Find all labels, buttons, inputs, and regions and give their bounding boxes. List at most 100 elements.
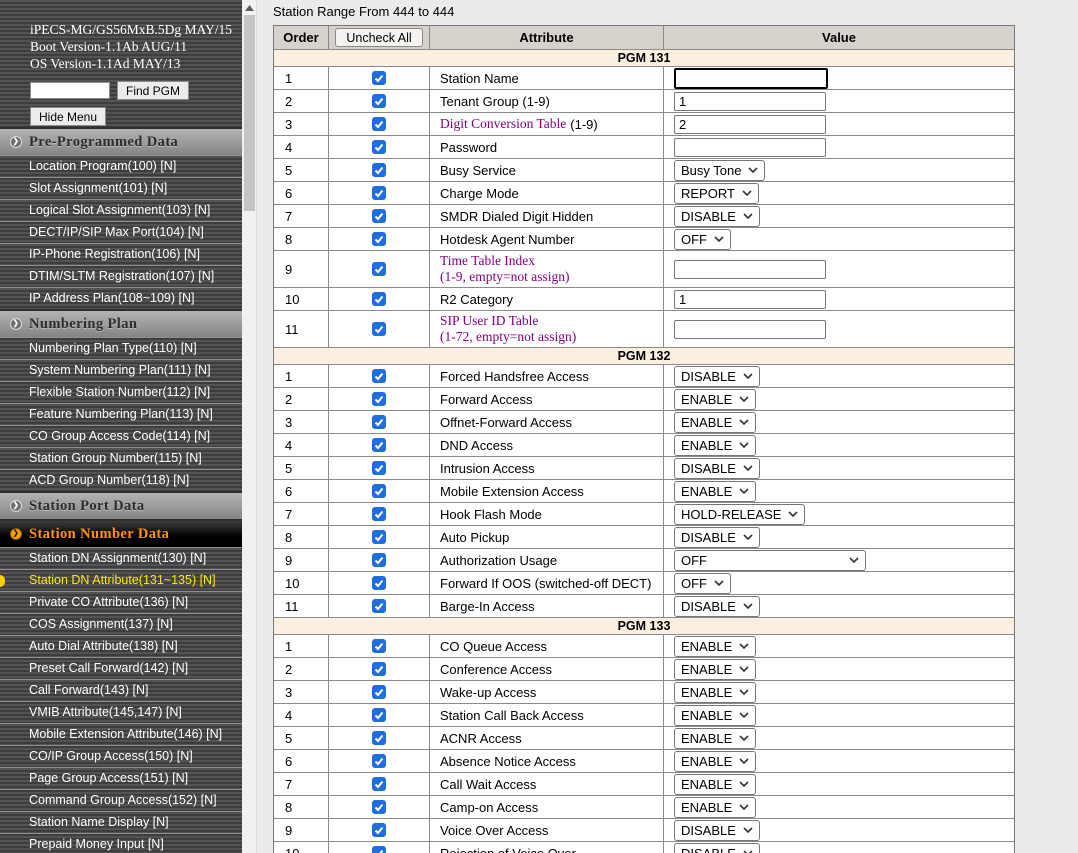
value-select[interactable]: ENABLE xyxy=(674,705,756,726)
value-select[interactable]: ENABLE xyxy=(674,682,756,703)
sidebar-scrollbar[interactable] xyxy=(242,0,257,853)
value-input[interactable] xyxy=(674,138,826,157)
sidebar-item[interactable]: Preset Call Forward(142) [N] xyxy=(0,657,242,679)
row-checkbox[interactable] xyxy=(372,846,386,853)
sidebar-item[interactable]: Logical Slot Assignment(103) [N] xyxy=(0,199,242,221)
value-select[interactable]: ENABLE xyxy=(674,728,756,749)
value-select[interactable]: DISABLE xyxy=(674,527,760,548)
row-checkbox[interactable] xyxy=(372,576,386,590)
value-input[interactable] xyxy=(674,320,826,339)
value-select[interactable]: ENABLE xyxy=(674,435,756,456)
value-select[interactable]: ENABLE xyxy=(674,797,756,818)
value-select[interactable]: DISABLE xyxy=(674,366,760,387)
find-pgm-button[interactable]: Find PGM xyxy=(117,81,189,100)
row-checkbox[interactable] xyxy=(372,94,386,108)
row-checkbox[interactable] xyxy=(372,599,386,613)
row-checkbox[interactable] xyxy=(372,530,386,544)
row-checkbox[interactable] xyxy=(372,800,386,814)
sidebar-item[interactable]: CO Group Access Code(114) [N] xyxy=(0,425,242,447)
row-checkbox[interactable] xyxy=(372,262,386,276)
row-checkbox[interactable] xyxy=(372,71,386,85)
sidebar-item[interactable]: Mobile Extension Attribute(146) [N] xyxy=(0,723,242,745)
value-select[interactable]: DISABLE xyxy=(674,458,760,479)
attribute-link-line1[interactable]: Time Table Index xyxy=(440,253,569,269)
value-select[interactable]: ENABLE xyxy=(674,774,756,795)
hide-menu-button[interactable]: Hide Menu xyxy=(30,107,106,126)
value-select[interactable]: DISABLE xyxy=(674,206,760,227)
attribute-link[interactable]: Digit Conversion Table xyxy=(440,116,566,132)
row-checkbox[interactable] xyxy=(372,639,386,653)
value-select[interactable]: DISABLE xyxy=(674,820,760,841)
value-select[interactable]: ENABLE xyxy=(674,481,756,502)
row-checkbox[interactable] xyxy=(372,163,386,177)
row-checkbox[interactable] xyxy=(372,117,386,131)
sidebar-section-header[interactable]: ❯Pre-Programmed Data xyxy=(0,127,242,155)
row-checkbox[interactable] xyxy=(372,685,386,699)
value-select[interactable]: ENABLE xyxy=(674,636,756,657)
sidebar-item[interactable]: Page Group Access(151) [N] xyxy=(0,767,242,789)
value-select[interactable]: REPORT xyxy=(674,183,759,204)
attribute-link-line2[interactable]: (1-72, empty=not assign) xyxy=(440,329,576,345)
row-checkbox[interactable] xyxy=(372,322,386,336)
attribute-link[interactable]: Time Table Index(1-9, empty=not assign) xyxy=(440,253,569,285)
sidebar-item[interactable]: Auto Dial Attribute(138) [N] xyxy=(0,635,242,657)
value-select[interactable]: HOLD-RELEASE xyxy=(674,504,805,525)
row-checkbox[interactable] xyxy=(372,292,386,306)
row-checkbox[interactable] xyxy=(372,438,386,452)
sidebar-section-header[interactable]: ❯Station Number Data xyxy=(0,519,242,547)
sidebar-item[interactable]: Station DN Attribute(131~135) [N] xyxy=(0,569,242,591)
value-select[interactable]: ENABLE xyxy=(674,659,756,680)
sidebar-item[interactable]: ACD Group Number(118) [N] xyxy=(0,469,242,491)
sidebar-section-header[interactable]: ❯Numbering Plan xyxy=(0,309,242,337)
row-checkbox[interactable] xyxy=(372,754,386,768)
attribute-link-line2[interactable]: (1-9, empty=not assign) xyxy=(440,269,569,285)
value-input[interactable] xyxy=(674,68,828,89)
row-checkbox[interactable] xyxy=(372,140,386,154)
sidebar-item[interactable]: Location Program(100) [N] xyxy=(0,155,242,177)
value-select[interactable]: ENABLE xyxy=(674,751,756,772)
sidebar-item[interactable]: Numbering Plan Type(110) [N] xyxy=(0,337,242,359)
row-checkbox[interactable] xyxy=(372,662,386,676)
value-input[interactable] xyxy=(674,290,826,309)
attribute-link-line1[interactable]: SIP User ID Table xyxy=(440,313,576,329)
sidebar-item[interactable]: Slot Assignment(101) [N] xyxy=(0,177,242,199)
sidebar-item[interactable]: VMIB Attribute(145,147) [N] xyxy=(0,701,242,723)
sidebar-item[interactable]: Station DN Assignment(130) [N] xyxy=(0,547,242,569)
scrollbar-thumb[interactable] xyxy=(244,15,255,211)
value-input[interactable] xyxy=(674,260,826,279)
sidebar-item[interactable]: Private CO Attribute(136) [N] xyxy=(0,591,242,613)
value-select[interactable]: OFF xyxy=(674,550,866,571)
row-checkbox[interactable] xyxy=(372,415,386,429)
row-checkbox[interactable] xyxy=(372,731,386,745)
sidebar-item[interactable]: COS Assignment(137) [N] xyxy=(0,613,242,635)
row-checkbox[interactable] xyxy=(372,484,386,498)
sidebar-item[interactable]: Station Name Display [N] xyxy=(0,811,242,833)
attribute-link[interactable]: SIP User ID Table(1-72, empty=not assign… xyxy=(440,313,576,345)
sidebar-item[interactable]: Command Group Access(152) [N] xyxy=(0,789,242,811)
row-checkbox[interactable] xyxy=(372,553,386,567)
row-checkbox[interactable] xyxy=(372,209,386,223)
sidebar-item[interactable]: IP Address Plan(108~109) [N] xyxy=(0,287,242,309)
sidebar-item[interactable]: DECT/IP/SIP Max Port(104) [N] xyxy=(0,221,242,243)
sidebar-item[interactable]: IP-Phone Registration(106) [N] xyxy=(0,243,242,265)
row-checkbox[interactable] xyxy=(372,369,386,383)
row-checkbox[interactable] xyxy=(372,232,386,246)
sidebar-item[interactable]: Station Group Number(115) [N] xyxy=(0,447,242,469)
uncheck-all-button[interactable]: Uncheck All xyxy=(335,28,422,47)
sidebar-item[interactable]: DTIM/SLTM Registration(107) [N] xyxy=(0,265,242,287)
scroll-up-button[interactable] xyxy=(242,0,256,15)
sidebar-section-header[interactable]: ❯Station Port Data xyxy=(0,491,242,519)
row-checkbox[interactable] xyxy=(372,823,386,837)
sidebar-item[interactable]: Flexible Station Number(112) [N] xyxy=(0,381,242,403)
find-pgm-input[interactable] xyxy=(30,82,110,99)
value-select[interactable]: ENABLE xyxy=(674,412,756,433)
row-checkbox[interactable] xyxy=(372,461,386,475)
row-checkbox[interactable] xyxy=(372,392,386,406)
row-checkbox[interactable] xyxy=(372,186,386,200)
value-input[interactable] xyxy=(674,115,826,134)
sidebar-item[interactable]: CO/IP Group Access(150) [N] xyxy=(0,745,242,767)
sidebar-item[interactable]: Feature Numbering Plan(113) [N] xyxy=(0,403,242,425)
value-select[interactable]: DISABLE xyxy=(674,843,760,853)
sidebar-item[interactable]: System Numbering Plan(111) [N] xyxy=(0,359,242,381)
sidebar-item[interactable]: Prepaid Money Input [N] xyxy=(0,833,242,853)
